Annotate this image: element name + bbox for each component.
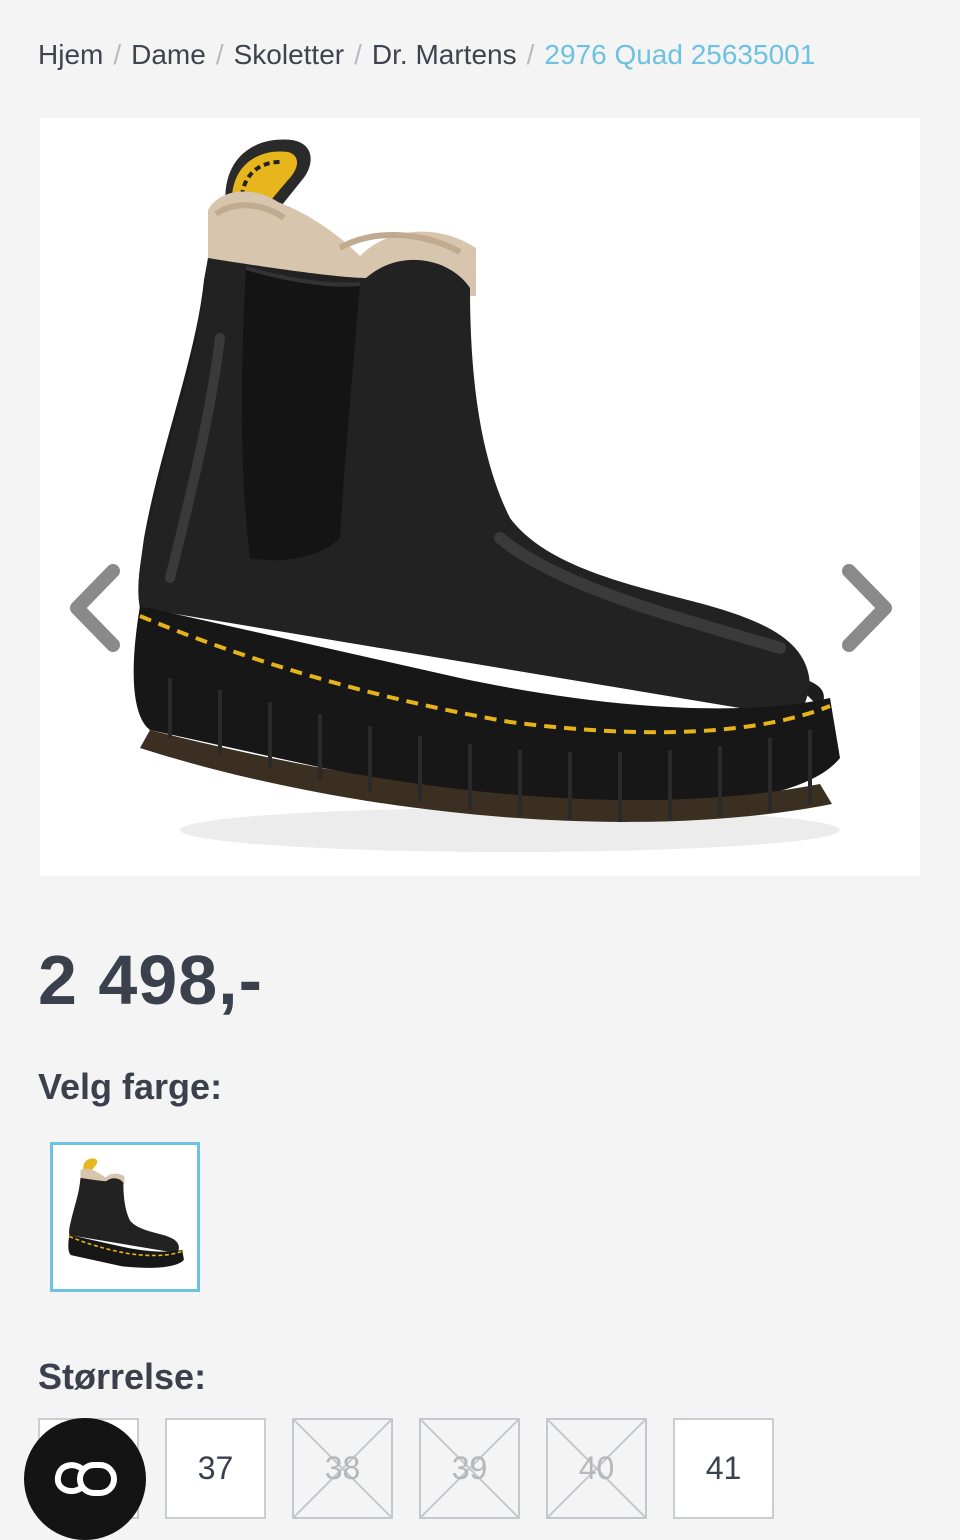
- breadcrumb-brand[interactable]: Dr. Martens: [372, 34, 517, 76]
- size-option-label: 37: [197, 1450, 234, 1486]
- size-option-label: 39: [451, 1450, 488, 1486]
- color-label-text: Velg farge: [38, 1066, 211, 1107]
- size-option-41[interactable]: 41: [673, 1418, 774, 1519]
- size-label-colon: :: [194, 1356, 207, 1397]
- chat-button[interactable]: [24, 1418, 146, 1540]
- breadcrumb-separator: /: [113, 39, 122, 70]
- breadcrumb-skoletter[interactable]: Skoletter: [234, 34, 345, 76]
- color-label: Velg farge:: [38, 1066, 222, 1108]
- color-swatch-selected[interactable]: [50, 1142, 200, 1292]
- product-image-gallery[interactable]: [40, 118, 920, 876]
- size-option-37[interactable]: 37: [165, 1418, 266, 1519]
- size-options: 36 37 38 39 40 41: [38, 1418, 774, 1519]
- breadcrumb: Hjem / Dame / Skoletter / Dr. Martens / …: [38, 34, 815, 76]
- product-price: 2 498,-: [38, 941, 263, 1019]
- breadcrumb-home[interactable]: Hjem: [38, 34, 103, 76]
- gallery-prev-button[interactable]: [60, 558, 130, 658]
- breadcrumb-current: 2976 Quad 25635001: [544, 39, 816, 70]
- size-option-label: 38: [324, 1450, 361, 1486]
- size-option-39-unavailable: 39: [419, 1418, 520, 1519]
- chevron-right-icon: [842, 564, 892, 652]
- size-label-text: Størrelse: [38, 1356, 195, 1397]
- chevron-left-icon: [70, 564, 120, 652]
- color-label-colon: :: [210, 1066, 223, 1107]
- breadcrumb-separator: /: [526, 39, 535, 70]
- breadcrumb-dame[interactable]: Dame: [131, 34, 206, 76]
- color-swatch-image: [68, 1158, 184, 1268]
- chat-loop-icon: [54, 1462, 117, 1496]
- breadcrumb-separator: /: [215, 39, 224, 70]
- breadcrumb-separator: /: [354, 39, 362, 70]
- product-image: [133, 139, 840, 852]
- size-option-40-unavailable: 40: [546, 1418, 647, 1519]
- gallery-next-button[interactable]: [832, 558, 902, 658]
- size-option-38-unavailable: 38: [292, 1418, 393, 1519]
- size-label: Størrelse:: [38, 1356, 206, 1398]
- size-option-label: 41: [705, 1450, 742, 1486]
- size-option-label: 40: [578, 1450, 615, 1486]
